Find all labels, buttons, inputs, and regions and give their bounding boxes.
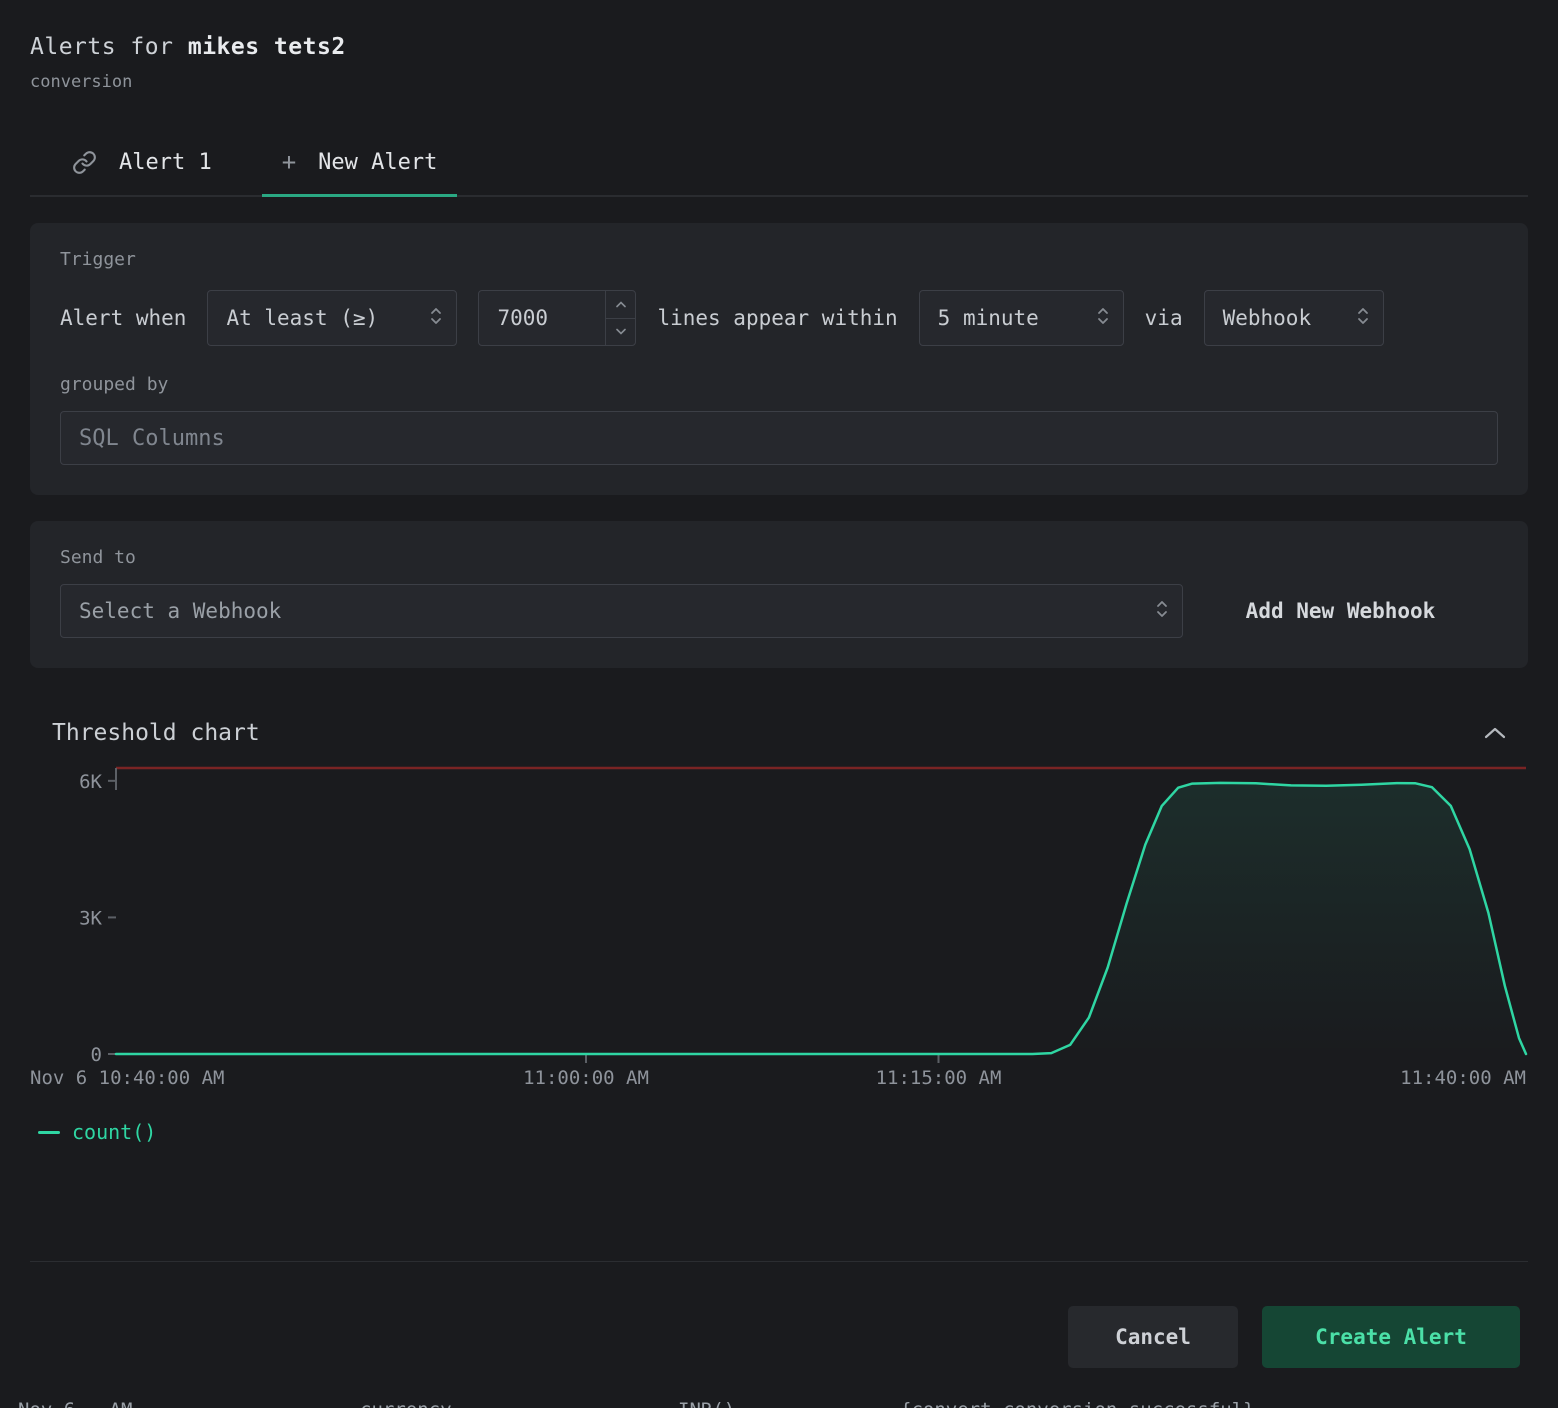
row-timestamp: Nov 6 … AM <box>18 1399 132 1408</box>
stepper-up-icon[interactable] <box>606 291 635 319</box>
window-select[interactable]: 5 minute <box>919 290 1124 346</box>
collapse-chart-icon[interactable] <box>1484 726 1506 740</box>
stepper-down-icon[interactable] <box>606 319 635 346</box>
svg-text:11:40:00 AM: 11:40:00 AM <box>1400 1067 1526 1089</box>
tab-bar: Alert 1 + New Alert <box>30 134 1528 197</box>
page-title: Alerts for mikes tets2 <box>30 34 1528 60</box>
svg-text:11:00:00 AM: 11:00:00 AM <box>523 1067 649 1089</box>
trigger-row: Alert when At least (≥) <box>60 290 1498 346</box>
dialog-header: Alerts for mikes tets2 conversion <box>30 34 1528 92</box>
send-to-panel: Send to Select a Webhook Add New Webhook <box>30 521 1528 668</box>
channel-select[interactable]: Webhook <box>1204 290 1384 346</box>
threshold-chart: 0 3K 6K Nov 6 10:40:00 AM 11:00:00 AM 11:15:0… <box>30 764 1528 1100</box>
legend-line-swatch <box>38 1131 60 1134</box>
alerts-dialog: Alerts for mikes tets2 conversion Alert … <box>0 0 1558 1408</box>
chevron-up-down-icon <box>1156 599 1168 624</box>
group-by-input[interactable] <box>60 411 1498 465</box>
condition-select-value: At least (≥) <box>226 306 378 330</box>
plus-icon: + <box>282 148 296 176</box>
page-title-source: mikes tets2 <box>188 34 346 60</box>
tab-new-alert[interactable]: + New Alert <box>262 134 458 197</box>
dialog-footer: Cancel Create Alert <box>30 1261 1528 1408</box>
chevron-up-down-icon <box>1097 306 1109 331</box>
tab-new-alert-label: New Alert <box>318 150 437 175</box>
channel-select-value: Webhook <box>1223 306 1312 330</box>
cancel-button[interactable]: Cancel <box>1068 1306 1238 1368</box>
trigger-label: Trigger <box>60 249 1498 270</box>
chart-title: Threshold chart <box>52 720 260 746</box>
row-inr: INR() <box>678 1399 735 1408</box>
background-table-row: Nov 6 … AM currency INR() {convert conve… <box>0 1399 1558 1408</box>
chevron-up-down-icon <box>1357 306 1369 331</box>
add-webhook-button[interactable]: Add New Webhook <box>1246 599 1436 623</box>
row-message: {convert conversion successful} <box>900 1399 1255 1408</box>
webhook-select[interactable]: Select a Webhook <box>60 584 1183 638</box>
chart-legend: count() <box>30 1120 1528 1144</box>
chevron-up-down-icon <box>430 306 442 331</box>
create-alert-button[interactable]: Create Alert <box>1262 1306 1520 1368</box>
legend-series-label: count() <box>72 1120 156 1144</box>
trigger-panel: Trigger Alert when At least (≥) <box>30 223 1528 495</box>
tab-alert-1-label: Alert 1 <box>119 150 212 175</box>
tab-alert-1[interactable]: Alert 1 <box>52 134 232 197</box>
webhook-select-placeholder: Select a Webhook <box>79 599 281 623</box>
send-to-row: Select a Webhook Add New Webhook <box>60 584 1498 638</box>
threshold-input[interactable] <box>479 291 605 345</box>
row-currency: currency <box>360 1399 452 1408</box>
svg-text:Nov 6 10:40:00 AM: Nov 6 10:40:00 AM <box>30 1067 224 1089</box>
page-title-prefix: Alerts for <box>30 34 173 60</box>
window-select-value: 5 minute <box>938 306 1039 330</box>
alert-when-label: Alert when <box>60 306 186 330</box>
link-icon <box>72 150 97 175</box>
threshold-input-wrap <box>478 290 636 346</box>
page-subtitle: conversion <box>30 72 1528 92</box>
svg-text:3K: 3K <box>79 907 102 929</box>
svg-text:6K: 6K <box>79 771 102 793</box>
condition-select[interactable]: At least (≥) <box>207 290 457 346</box>
lines-appear-label: lines appear within <box>657 306 897 330</box>
svg-text:0: 0 <box>91 1044 102 1066</box>
grouped-by-label: grouped by <box>60 374 1498 395</box>
threshold-stepper <box>605 291 635 345</box>
via-label: via <box>1145 306 1183 330</box>
svg-text:11:15:00 AM: 11:15:00 AM <box>876 1067 1002 1089</box>
chart-header: Threshold chart <box>30 720 1528 746</box>
send-to-label: Send to <box>60 547 1498 568</box>
threshold-chart-section: Threshold chart 0 3K 6K Nov 6 10:40:00 AM 11… <box>30 720 1528 1144</box>
